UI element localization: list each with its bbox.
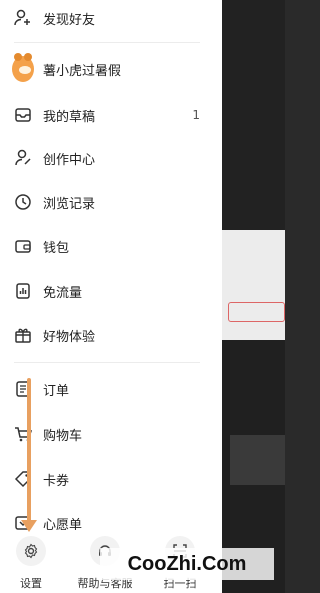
person-add-icon xyxy=(12,7,34,29)
menu-item-wallet[interactable]: 钱包 xyxy=(12,231,204,261)
menu-item-label: 发现好友 xyxy=(43,12,96,28)
drafts-inbox-icon xyxy=(12,104,34,126)
creator-person-icon xyxy=(12,147,34,169)
menu-item-label: 薯小虎过暑假 xyxy=(43,63,122,79)
menu-item-orders[interactable]: 订单 xyxy=(12,374,204,404)
settings-button[interactable]: 设置 xyxy=(1,536,61,591)
divider xyxy=(14,362,200,363)
gear-icon xyxy=(16,536,46,566)
menu-item-history[interactable]: 浏览记录 xyxy=(12,187,204,217)
menu-item-tiger-event[interactable]: 薯小虎过暑假 xyxy=(12,53,204,84)
menu-item-coupons[interactable]: 卡券 xyxy=(12,464,204,494)
menu-item-label: 购物车 xyxy=(43,428,83,444)
bg-chip xyxy=(228,302,285,322)
tiger-avatar-icon xyxy=(12,53,34,82)
menu-item-cart[interactable]: 购物车 xyxy=(12,419,204,449)
menu-item-label: 浏览记录 xyxy=(43,196,96,212)
divider xyxy=(14,42,200,43)
menu-item-drafts[interactable]: 我的草稿 1 xyxy=(12,100,204,130)
menu-item-find-friends[interactable]: 发现好友 xyxy=(12,3,204,33)
menu-item-label: 创作中心 xyxy=(43,152,96,168)
menu-item-product-trial[interactable]: 好物体验 xyxy=(12,320,204,350)
watermark: CooZhi.Com xyxy=(100,548,274,580)
annotation-arrow xyxy=(27,378,31,528)
wallet-icon xyxy=(12,235,34,257)
menu-item-label: 好物体验 xyxy=(43,329,96,345)
menu-item-label: 订单 xyxy=(43,383,70,399)
drafts-count-badge: 1 xyxy=(192,108,200,122)
data-free-icon xyxy=(12,280,34,302)
gift-icon xyxy=(12,324,34,346)
history-clock-icon xyxy=(12,191,34,213)
annotation-arrow-head xyxy=(21,520,37,532)
menu-item-label: 卡券 xyxy=(43,473,70,489)
menu-item-data-free[interactable]: 免流量 xyxy=(12,276,204,306)
menu-item-label: 钱包 xyxy=(43,240,70,256)
menu-item-creator-center[interactable]: 创作中心 xyxy=(12,143,204,173)
side-drawer: 发现好友 薯小虎过暑假 我的草稿 1 创作中心 浏览记录 钱包 免流量 好物体验… xyxy=(0,0,222,593)
bg-card xyxy=(230,435,285,485)
menu-item-label: 免流量 xyxy=(43,285,83,301)
menu-item-label: 我的草稿 xyxy=(43,109,96,125)
settings-label: 设置 xyxy=(20,577,42,590)
watermark-text: CooZhi.Com xyxy=(127,552,247,575)
